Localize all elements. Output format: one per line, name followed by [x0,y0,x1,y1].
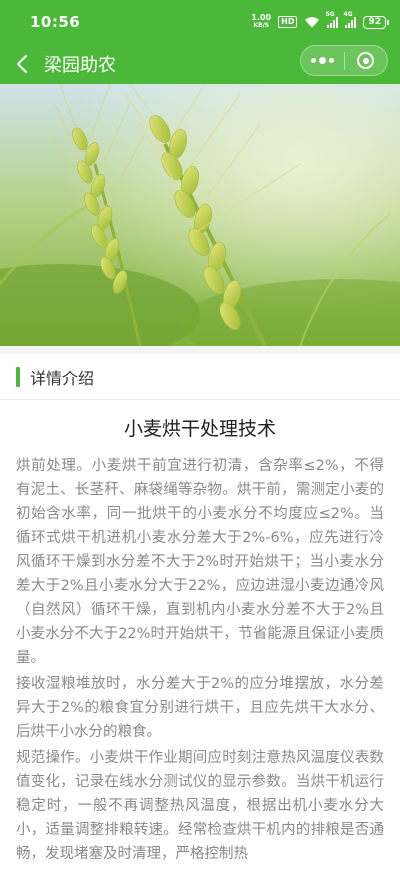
status-time: 10:56 [30,13,81,31]
signal-5g-icon: 5G [325,11,339,28]
section-spacer [0,346,400,354]
nav-bar: 梁园助农 [0,44,400,84]
page-title: 梁园助农 [44,55,116,76]
article-body: 烘前处理。小麦烘干前宜进行初清，含杂率≤2%，不得有泥土、长茎秆、麻袋绳等杂物。… [16,454,384,893]
network-speed: 1.00 KB/S [251,13,272,30]
more-dots-icon[interactable] [301,46,344,75]
chevron-left-icon[interactable] [2,44,42,84]
article-paragraph: 接收湿粮堆放时，水分差大于2%的应分堆摆放，水分差异大于2%的粮食宜分别进行烘干… [16,676,384,740]
wifi-icon [305,17,320,28]
hd-badge: HD [278,16,298,28]
signal-4g-icon: 4G [343,11,357,28]
status-bar: 10:56 1.00 KB/S HD 5G 4G 92 [0,0,400,44]
section-header: 详情介绍 [0,354,400,400]
section-title: 详情介绍 [30,368,95,388]
article-title: 小麦烘干处理技术 [123,418,276,440]
target-circle-icon[interactable] [345,46,388,75]
article-paragraph: 规范操作。小麦烘干作业期间应时刻注意热风温度仪表数值变化，记录在线水分测试仪的显… [16,750,384,862]
wheat-banner-image [0,84,400,346]
status-icons: 1.00 KB/S HD 5G 4G 92 [251,11,389,30]
article-paragraph: 烘前处理。小麦烘干前宜进行初清，含杂率≤2%，不得有泥土、长茎秆、麻袋绳等杂物。… [16,458,384,666]
battery-icon: 92 [363,15,389,29]
section-accent-bar [16,366,20,387]
mini-program-capsule [300,45,388,76]
